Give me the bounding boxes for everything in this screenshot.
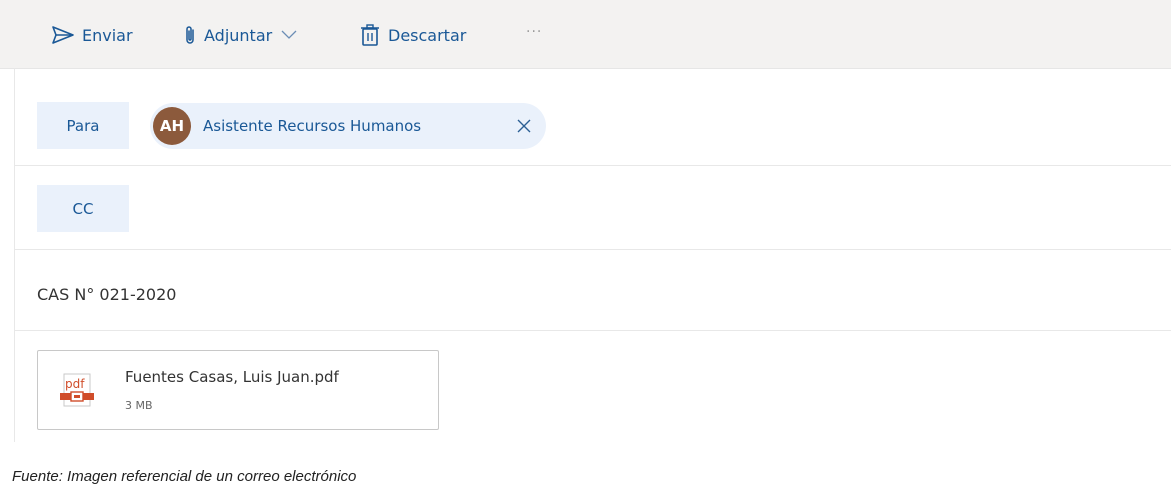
attach-label: Adjuntar <box>204 25 273 45</box>
more-options-button[interactable]: ··· <box>526 24 542 40</box>
discard-button[interactable]: Descartar <box>360 22 466 48</box>
attachment-card[interactable]: pdf Fuentes Casas, Luis Juan.pdf 3 MB <box>37 350 439 430</box>
recipient-chip[interactable]: AH Asistente Recursos Humanos <box>150 103 546 149</box>
subject-field[interactable]: CAS N° 021-2020 <box>37 285 176 304</box>
cc-row <box>15 166 1171 250</box>
attach-button[interactable]: Adjuntar <box>184 22 297 48</box>
discard-label: Descartar <box>388 25 467 45</box>
send-button[interactable]: Enviar <box>52 22 133 48</box>
pdf-icon-text: pdf <box>65 377 85 391</box>
toolbar: Enviar Adjuntar Descartar ··· <box>0 0 1171 69</box>
attachment-name: Fuentes Casas, Luis Juan.pdf <box>125 368 339 386</box>
recipient-name: Asistente Recursos Humanos <box>203 117 422 135</box>
avatar-initials: AH <box>159 117 185 135</box>
compose-window: Enviar Adjuntar Descartar ··· Para AH As… <box>0 0 1171 442</box>
paperclip-icon <box>186 26 194 44</box>
send-label: Enviar <box>82 25 133 45</box>
pdf-icon: pdf <box>60 373 94 407</box>
close-icon[interactable] <box>516 118 532 134</box>
send-icon <box>52 26 74 44</box>
figure-caption: Fuente: Imagen referencial de un correo … <box>12 468 357 485</box>
to-button[interactable]: Para <box>37 102 129 149</box>
chevron-down-icon <box>281 30 297 39</box>
subject-row <box>15 250 1171 331</box>
trash-icon <box>361 24 379 46</box>
attachment-size: 3 MB <box>125 399 153 412</box>
cc-button[interactable]: CC <box>37 185 129 232</box>
to-label: Para <box>66 116 100 135</box>
cc-label: CC <box>72 199 94 218</box>
avatar: AH <box>153 107 191 145</box>
